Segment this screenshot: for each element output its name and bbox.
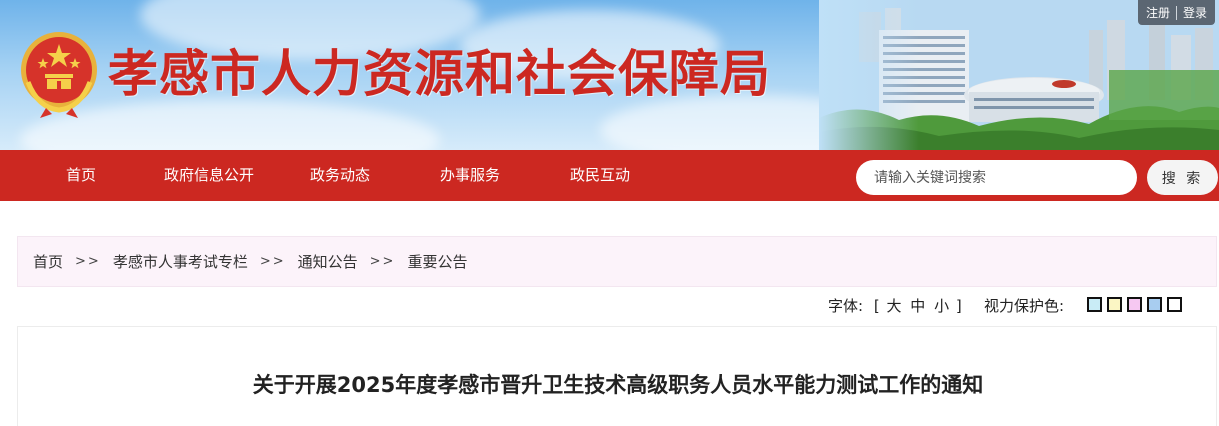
search-input[interactable] [856,160,1137,195]
eye-protection-label: 视力保护色: [984,297,1065,315]
nav-item-interaction[interactable]: 政民互动 [570,150,630,201]
font-size-small[interactable]: 小 [934,297,949,315]
site-header: 孝感市人力资源和社会保障局 注册 登录 [0,0,1219,150]
auth-links: 注册 登录 [1137,0,1215,25]
nav-item-news[interactable]: 政务动态 [310,150,370,201]
font-size-medium[interactable]: 中 [910,297,925,315]
swatch-pink[interactable] [1127,297,1142,312]
site-title: 孝感市人力资源和社会保障局 [108,44,771,103]
login-link[interactable]: 登录 [1183,4,1207,21]
breadcrumb-home[interactable]: 首页 [33,251,63,272]
article-title: 关于开展2025年度孝感市晋升卫生技术高级职务人员水平能力测试工作的通知 [252,373,984,397]
font-size-large[interactable]: 大 [886,297,901,315]
register-link[interactable]: 注册 [1146,4,1170,21]
font-size-label: 字体: [828,297,864,315]
nav-item-home[interactable]: 首页 [66,150,96,201]
search-button[interactable]: 搜 索 [1147,160,1218,195]
breadcrumb-important-notices[interactable]: 重要公告 [407,251,467,272]
auth-divider [1175,5,1177,20]
font-bracket-open: [ [873,297,880,315]
breadcrumb-separator: >> [75,254,101,269]
font-size-control: 字体: [ 大 中 小 ] [828,295,962,316]
breadcrumb-separator: >> [259,254,286,269]
article-panel: 关于开展2025年度孝感市晋升卫生技术高级职务人员水平能力测试工作的通知 [17,326,1217,426]
breadcrumb-separator: >> [369,254,396,269]
swatch-cyan[interactable] [1087,297,1102,312]
font-bracket-close: ] [955,297,962,315]
national-emblem-icon [21,32,97,118]
breadcrumb: 首页 >> 孝感市人事考试专栏 >> 通知公告 >> 重要公告 [17,236,1217,287]
nav-item-gov-info[interactable]: 政府信息公开 [164,150,254,201]
reading-tools: 字体: [ 大 中 小 ] 视力保护色: [0,295,1219,317]
nav-item-services[interactable]: 办事服务 [440,150,500,201]
swatch-yellow[interactable] [1107,297,1122,312]
breadcrumb-exam-column[interactable]: 孝感市人事考试专栏 [113,251,248,272]
swatch-white[interactable] [1167,297,1182,312]
eye-protection-swatches [1087,297,1182,312]
swatch-blue[interactable] [1147,297,1162,312]
breadcrumb-notices[interactable]: 通知公告 [298,251,358,272]
